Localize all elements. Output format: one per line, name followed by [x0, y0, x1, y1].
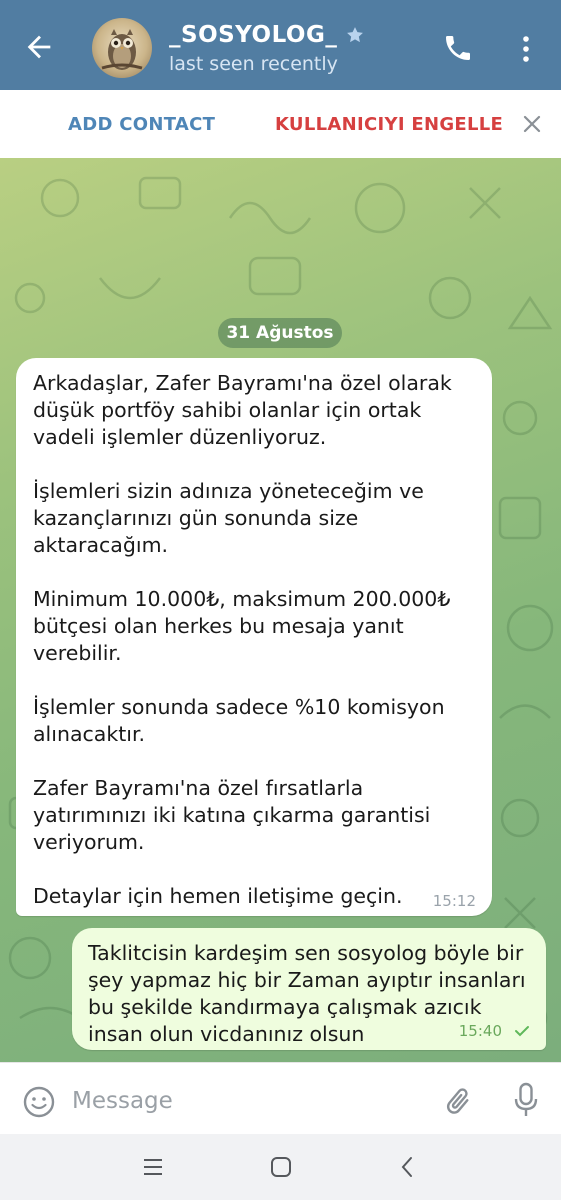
system-navigation-bar	[0, 1134, 561, 1200]
message-time: 15:40	[458, 1022, 502, 1040]
message-time: 15:12	[432, 892, 476, 910]
recent-apps-icon[interactable]	[142, 1156, 164, 1178]
message-paragraph: Detaylar için hemen iletişime geçin.	[33, 884, 403, 908]
owl-avatar-icon	[101, 29, 143, 70]
contact-action-bar: ADD CONTACT KULLANICIYI ENGELLE	[0, 90, 561, 159]
star-icon	[347, 27, 364, 43]
close-icon[interactable]	[522, 114, 542, 134]
emoji-icon[interactable]	[22, 1085, 56, 1119]
message-paragraph: İşlemler sonunda sadece %10 komisyon alı…	[33, 695, 445, 746]
paperclip-icon[interactable]	[442, 1085, 474, 1119]
home-icon[interactable]	[270, 1156, 292, 1178]
message-paragraph: Minimum 10.000₺, maksimum 200.000₺ bütçe…	[33, 587, 451, 665]
message-paragraph: Zafer Bayramı'na özel fırsatlarla yatırı…	[33, 776, 431, 854]
incoming-message-bubble[interactable]: Arkadaşlar, Zafer Bayramı'na özel olarak…	[16, 358, 492, 916]
message-input-bar	[0, 1062, 561, 1135]
message-input[interactable]	[72, 1081, 412, 1121]
back-arrow-icon[interactable]	[22, 30, 56, 64]
outgoing-message-bubble[interactable]: Taklitcisin kardeşim sen sosyolog böyle …	[72, 928, 546, 1050]
phone-icon[interactable]	[442, 32, 474, 64]
more-vertical-icon[interactable]	[514, 32, 538, 66]
add-contact-button[interactable]: ADD CONTACT	[68, 114, 215, 135]
double-check-icon	[515, 1026, 529, 1037]
chat-header: _SOSYOLOG_ last seen recently	[0, 0, 561, 90]
back-icon[interactable]	[399, 1156, 415, 1178]
microphone-icon[interactable]	[512, 1081, 540, 1121]
block-user-button[interactable]: KULLANICIYI ENGELLE	[275, 114, 503, 135]
last-seen-status: last seen recently	[169, 53, 338, 75]
chat-area[interactable]: 31 Ağustos Arkadaşlar, Zafer Bayramı'na …	[0, 158, 561, 1062]
date-chip: 31 Ağustos	[218, 318, 342, 348]
message-paragraph: İşlemleri sizin adınıza yöneteceğim ve k…	[33, 479, 424, 557]
message-paragraph: Arkadaşlar, Zafer Bayramı'na özel olarak…	[33, 371, 452, 449]
avatar[interactable]	[92, 18, 152, 78]
contact-name[interactable]: _SOSYOLOG_	[169, 22, 337, 48]
